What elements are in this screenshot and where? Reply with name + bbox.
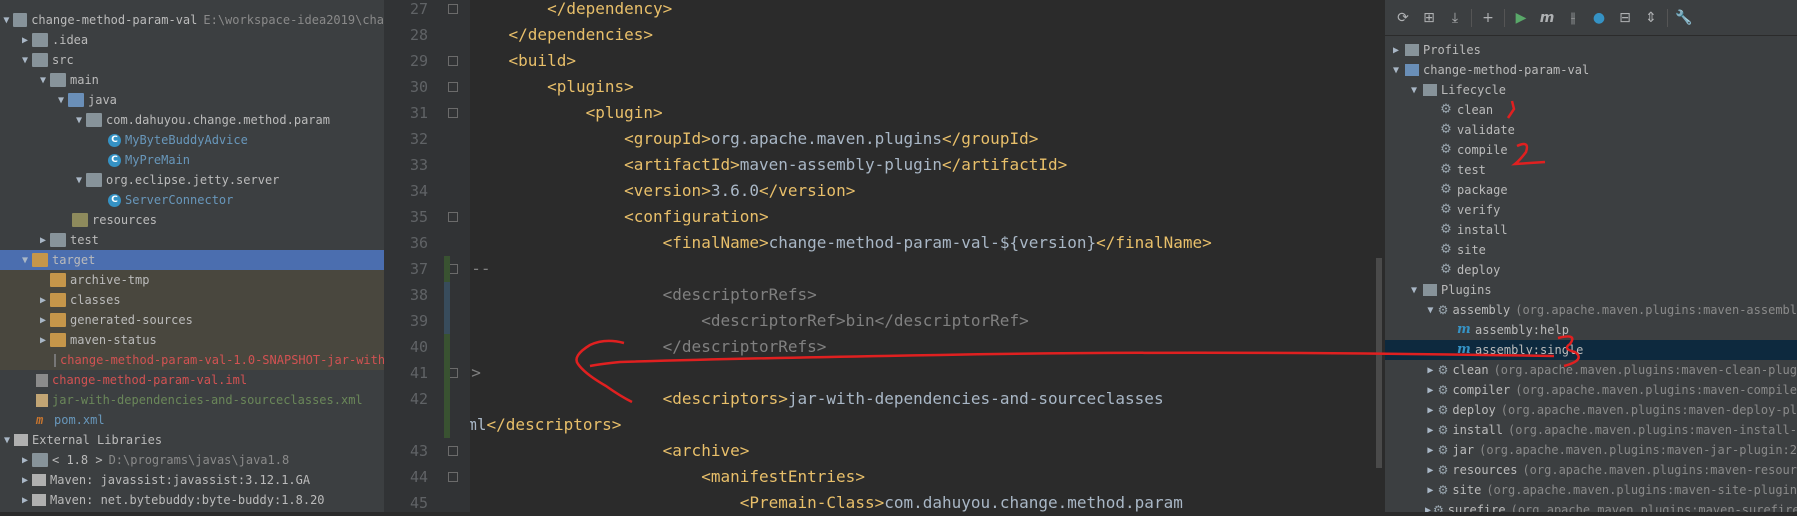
annotation-mark-3 bbox=[1557, 335, 1580, 368]
annotation-mark-1 bbox=[1506, 100, 1516, 119]
annotation-pointer-line bbox=[589, 351, 1555, 368]
annotation-mark-2 bbox=[1511, 142, 1546, 166]
annotation-arrowhead bbox=[575, 339, 633, 404]
annotation-overlay bbox=[575, 100, 1580, 404]
